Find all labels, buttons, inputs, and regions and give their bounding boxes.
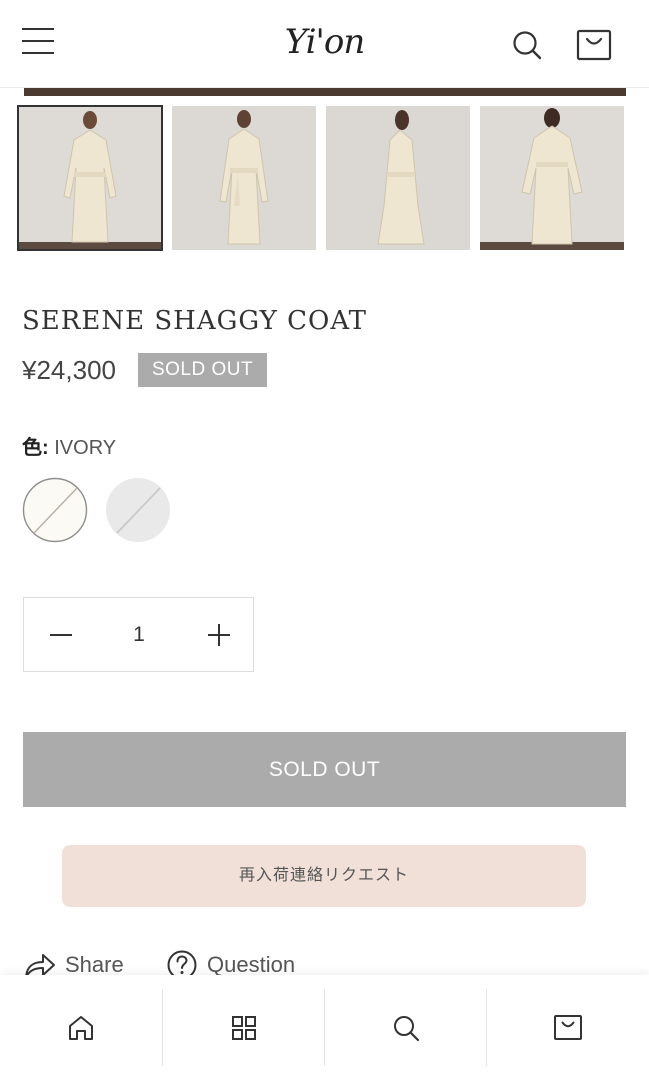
search-icon[interactable] (510, 28, 544, 62)
restock-request-button[interactable]: 再入荷連絡リクエスト (62, 845, 586, 907)
shopping-bag-icon[interactable] (576, 28, 612, 62)
thumbnail-gallery (17, 105, 628, 252)
sold-out-badge: SOLD OUT (138, 353, 267, 387)
shopping-bag-icon (554, 1015, 582, 1040)
thumbnail-front[interactable] (17, 105, 163, 251)
thumbnail-back[interactable] (480, 106, 624, 250)
minus-icon[interactable] (46, 620, 76, 650)
site-header: Yi'on (0, 0, 649, 88)
tab-home[interactable] (0, 989, 162, 1066)
category-grid-icon (232, 1016, 256, 1040)
tab-categories[interactable] (162, 989, 324, 1066)
color-label-prefix: 色: (22, 437, 49, 459)
tab-search[interactable] (324, 989, 486, 1066)
selected-color-value: IVORY (54, 437, 117, 459)
bottom-tab-bar (0, 975, 649, 1080)
thumbnail-side[interactable] (326, 106, 470, 250)
search-icon (394, 1016, 420, 1042)
plus-icon[interactable] (204, 620, 234, 650)
quantity-stepper: 1 (23, 597, 254, 672)
thumbnail-front-belted[interactable] (172, 106, 316, 250)
quantity-value[interactable]: 1 (119, 620, 159, 650)
product-price: ¥24,300 (22, 355, 116, 385)
sold-out-button[interactable]: SOLD OUT (23, 732, 626, 807)
product-title: SERENE SHAGGY COAT (22, 306, 368, 336)
tab-cart[interactable] (486, 989, 648, 1066)
color-swatch-ivory[interactable] (22, 477, 88, 543)
color-swatch-light-gray[interactable] (105, 477, 171, 543)
color-label: 色: IVORY (22, 431, 116, 460)
home-icon (69, 1016, 93, 1040)
main-image-edge (24, 88, 626, 96)
site-logo[interactable]: Yi'on (0, 22, 649, 62)
